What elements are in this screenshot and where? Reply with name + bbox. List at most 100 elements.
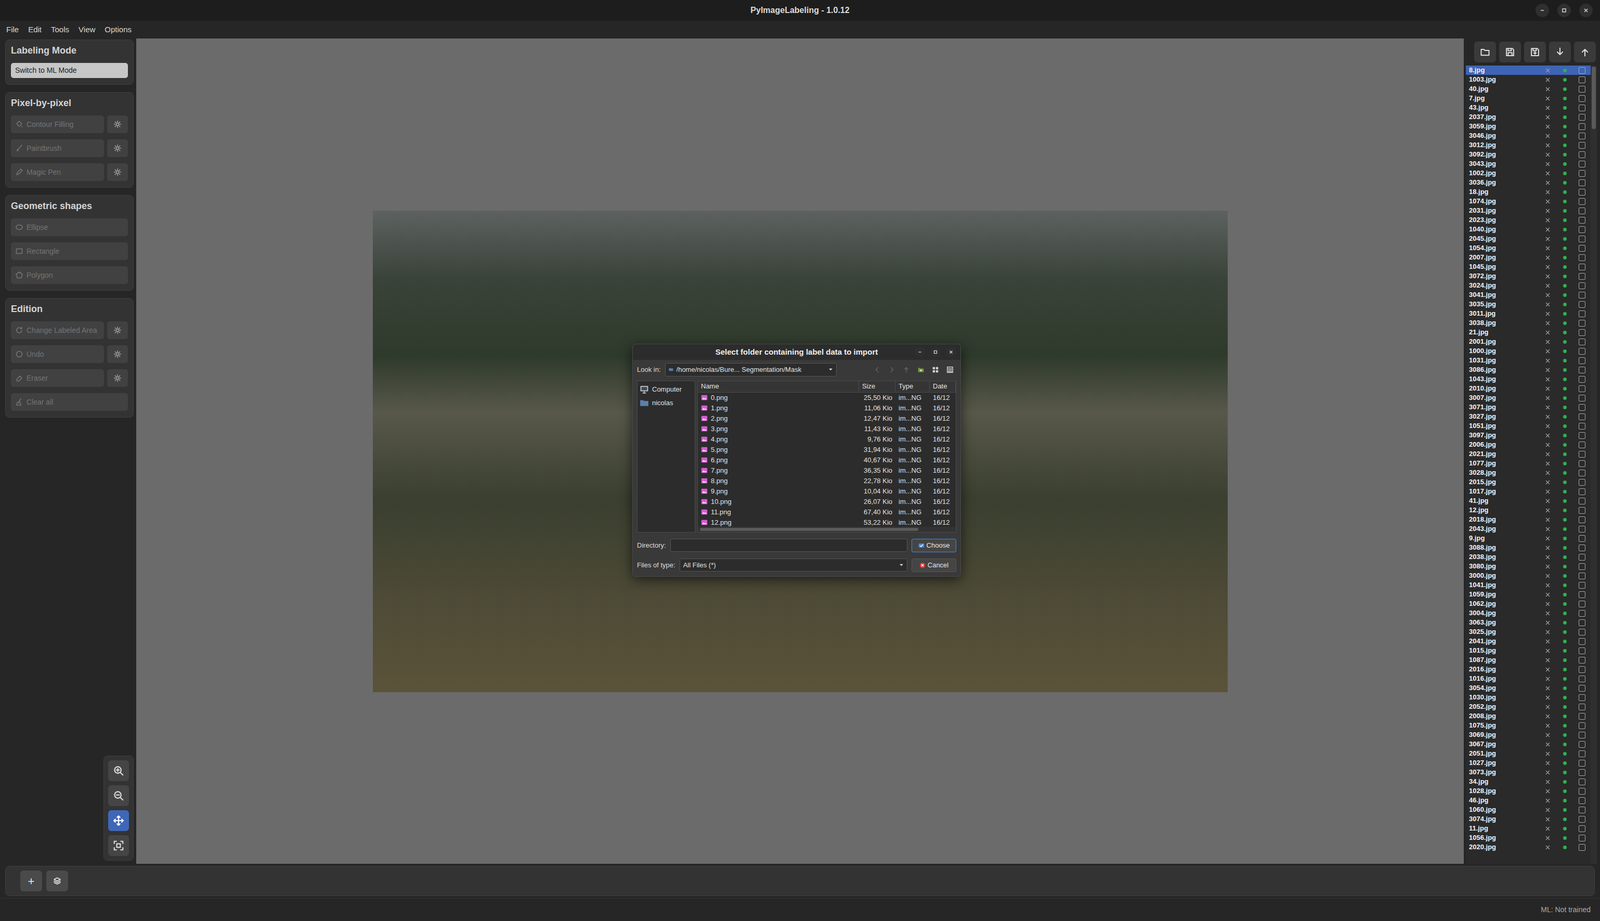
file-checkbox[interactable] <box>1578 684 1586 692</box>
remove-button[interactable] <box>1544 720 1551 731</box>
fit-button[interactable] <box>108 835 129 856</box>
file-checkbox[interactable] <box>1578 319 1586 327</box>
file-checkbox[interactable] <box>1578 441 1586 449</box>
tool-button[interactable]: Rectangle <box>10 242 128 260</box>
remove-button[interactable] <box>1544 673 1551 684</box>
table-row[interactable]: 10.png26,07 Kioim...NG16/12 <box>697 496 956 507</box>
file-row[interactable]: 2038.jpg <box>1465 552 1591 562</box>
column-header[interactable]: Type <box>895 381 930 392</box>
file-checkbox[interactable] <box>1578 347 1586 355</box>
file-row[interactable]: 7.jpg <box>1465 93 1591 103</box>
file-row[interactable]: 2018.jpg <box>1465 514 1591 525</box>
place-item[interactable]: nicolas <box>639 396 693 410</box>
table-row[interactable]: 11.png67,40 Kioim...NG16/12 <box>697 506 956 518</box>
save-button[interactable] <box>1499 41 1521 63</box>
file-checkbox[interactable] <box>1578 141 1586 149</box>
file-row[interactable]: 3004.jpg <box>1465 608 1591 618</box>
remove-button[interactable] <box>1544 299 1551 309</box>
file-checkbox[interactable] <box>1578 160 1586 168</box>
tool-button[interactable]: Undo <box>10 345 104 363</box>
remove-button[interactable] <box>1544 711 1551 721</box>
file-checkbox[interactable] <box>1578 506 1586 514</box>
file-list[interactable]: 8.jpg1003.jpg40.jpg7.jpg43.jpg2037.jpg30… <box>1465 65 1591 864</box>
file-row[interactable]: 12.jpg <box>1465 505 1591 515</box>
file-row[interactable]: 1045.jpg <box>1465 262 1591 272</box>
file-row[interactable]: 21.jpg <box>1465 327 1591 337</box>
file-checkbox[interactable] <box>1578 244 1586 252</box>
remove-button[interactable] <box>1544 636 1551 646</box>
file-row[interactable]: 2043.jpg <box>1465 524 1591 534</box>
file-checkbox[interactable] <box>1578 460 1586 467</box>
file-checkbox[interactable] <box>1578 207 1586 215</box>
file-row[interactable]: 1027.jpg <box>1465 758 1591 768</box>
remove-button[interactable] <box>1544 411 1551 422</box>
move-down-button[interactable] <box>1549 41 1571 63</box>
remove-button[interactable] <box>1544 439 1551 450</box>
close-button[interactable] <box>1579 3 1593 18</box>
maximize-button[interactable] <box>930 346 941 358</box>
remove-button[interactable] <box>1544 486 1551 497</box>
file-checkbox[interactable] <box>1578 329 1586 336</box>
table-row[interactable]: 8.png22,78 Kioim...NG16/12 <box>697 475 956 487</box>
file-row[interactable]: 34.jpg <box>1465 776 1591 787</box>
file-row[interactable]: 3088.jpg <box>1465 542 1591 553</box>
file-checkbox[interactable] <box>1578 413 1586 421</box>
remove-button[interactable] <box>1544 131 1551 141</box>
remove-button[interactable] <box>1544 748 1551 759</box>
file-row[interactable]: 3071.jpg <box>1465 402 1591 412</box>
layers-button[interactable] <box>46 870 69 892</box>
file-checkbox[interactable] <box>1578 797 1586 804</box>
remove-button[interactable] <box>1544 65 1551 75</box>
file-checkbox[interactable] <box>1578 675 1586 683</box>
file-row[interactable]: 1077.jpg <box>1465 458 1591 468</box>
table-row[interactable]: 9.png10,04 Kioim...NG16/12 <box>697 486 956 497</box>
remove-button[interactable] <box>1544 449 1551 459</box>
file-row[interactable]: 2001.jpg <box>1465 336 1591 347</box>
file-row[interactable]: 1075.jpg <box>1465 720 1591 731</box>
file-row[interactable]: 2020.jpg <box>1465 842 1591 852</box>
remove-button[interactable] <box>1544 74 1551 85</box>
remove-button[interactable] <box>1544 561 1551 571</box>
file-row[interactable]: 41.jpg <box>1465 496 1591 506</box>
remove-button[interactable] <box>1544 617 1551 628</box>
remove-button[interactable] <box>1544 112 1551 122</box>
table-row[interactable]: 5.png31,94 Kioim...NG16/12 <box>697 444 956 455</box>
file-checkbox[interactable] <box>1578 843 1586 851</box>
file-row[interactable]: 1056.jpg <box>1465 833 1591 843</box>
file-row[interactable]: 2021.jpg <box>1465 449 1591 459</box>
file-row[interactable]: 1028.jpg <box>1465 786 1591 796</box>
back-button[interactable] <box>870 363 884 376</box>
file-checkbox[interactable] <box>1578 385 1586 393</box>
close-button[interactable] <box>945 346 957 358</box>
file-type-combo[interactable]: All Files (*) <box>679 558 908 572</box>
file-row[interactable]: 3041.jpg <box>1465 290 1591 300</box>
minimize-button[interactable] <box>1535 3 1550 18</box>
tool-button[interactable]: Polygon <box>10 266 128 284</box>
file-row[interactable]: 3059.jpg <box>1465 121 1591 132</box>
file-checkbox[interactable] <box>1578 282 1586 290</box>
file-row[interactable]: 3011.jpg <box>1465 308 1591 319</box>
file-checkbox[interactable] <box>1578 591 1586 598</box>
parent-folder-button[interactable] <box>900 363 913 376</box>
file-checkbox[interactable] <box>1578 394 1586 402</box>
file-checkbox[interactable] <box>1578 95 1586 102</box>
file-checkbox[interactable] <box>1578 170 1586 177</box>
move-up-button[interactable] <box>1574 41 1596 63</box>
file-checkbox[interactable] <box>1578 497 1586 505</box>
file-checkbox[interactable] <box>1578 647 1586 655</box>
file-row[interactable]: 1003.jpg <box>1465 74 1591 85</box>
remove-button[interactable] <box>1544 842 1551 852</box>
file-row[interactable]: 1074.jpg <box>1465 196 1591 206</box>
file-row[interactable]: 1087.jpg <box>1465 655 1591 665</box>
file-checkbox[interactable] <box>1578 469 1586 477</box>
file-table[interactable]: NameSizeTypeDate0.png25,50 Kioim...NG16/… <box>697 380 957 533</box>
file-checkbox[interactable] <box>1578 563 1586 570</box>
remove-button[interactable] <box>1544 786 1551 796</box>
file-checkbox[interactable] <box>1578 338 1586 346</box>
file-row[interactable]: 2008.jpg <box>1465 711 1591 721</box>
file-checkbox[interactable] <box>1578 778 1586 786</box>
file-checkbox[interactable] <box>1578 553 1586 561</box>
file-row[interactable]: 3007.jpg <box>1465 393 1591 403</box>
file-row[interactable]: 2041.jpg <box>1465 636 1591 646</box>
remove-button[interactable] <box>1544 215 1551 225</box>
